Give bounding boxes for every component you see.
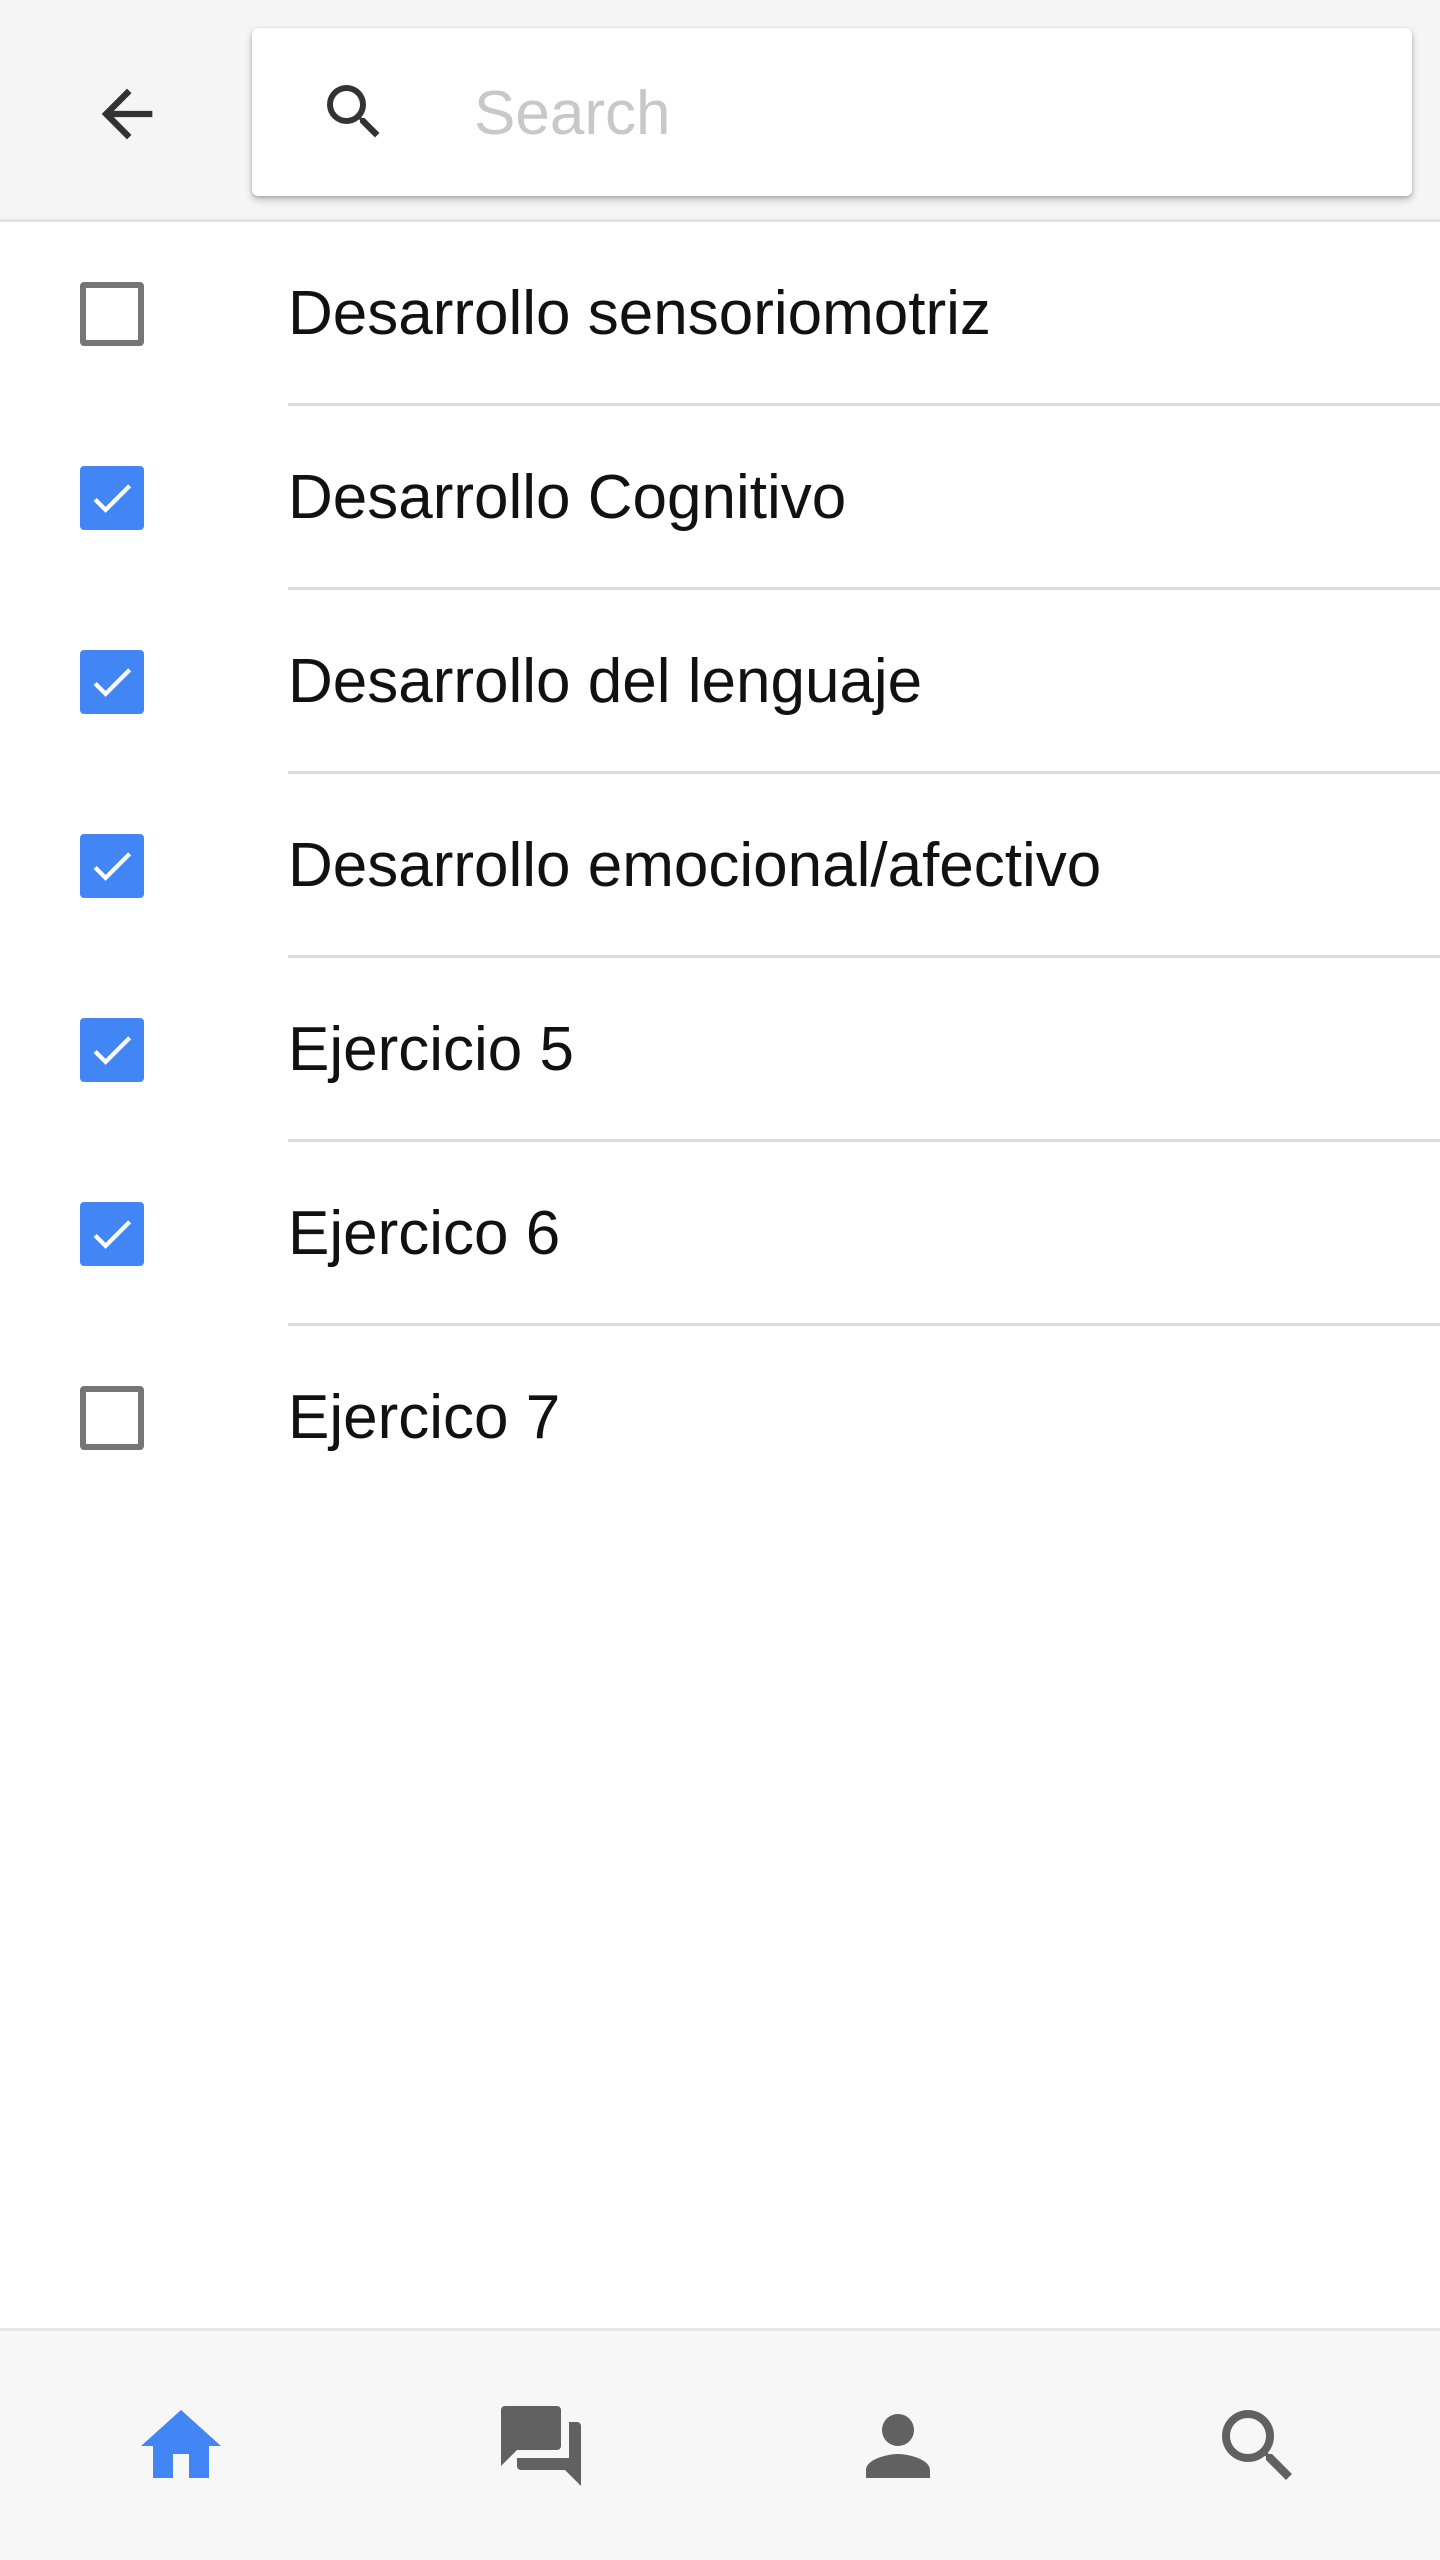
- checkbox-checked[interactable]: [80, 1202, 144, 1266]
- list-item-label: Desarrollo emocional/afectivo: [288, 831, 1102, 900]
- checkbox-checked[interactable]: [80, 466, 144, 530]
- arrow-back-icon: [101, 88, 153, 140]
- bottom-navigation: [0, 2328, 1440, 2560]
- search-input[interactable]: [472, 62, 1376, 164]
- list-item[interactable]: Desarrollo Cognitivo: [0, 406, 1440, 590]
- app-root: Desarrollo sensoriomotriz Desarrollo Cog…: [0, 0, 1440, 2560]
- list-item[interactable]: Ejercico 7: [0, 1326, 1440, 1510]
- checkmark-icon: [93, 1036, 132, 1065]
- list-item[interactable]: Desarrollo del lenguaje: [0, 590, 1440, 774]
- list-item-label: Desarrollo del lenguaje: [288, 647, 923, 716]
- back-button[interactable]: [77, 64, 177, 164]
- list-item-label: Ejercico 7: [288, 1383, 561, 1452]
- search-icon: [327, 85, 380, 138]
- checkmark-icon: [93, 668, 132, 697]
- checkmark-icon: [93, 1220, 132, 1249]
- list-item-label: Desarrollo Cognitivo: [288, 463, 847, 532]
- search-toolbar: [0, 0, 1440, 222]
- list-item-label: Ejercicio 5: [288, 1015, 574, 1084]
- list-item-label: Ejercico 6: [288, 1199, 561, 1268]
- checkbox-checked[interactable]: [80, 650, 144, 714]
- checklist: Desarrollo sensoriomotriz Desarrollo Cog…: [0, 222, 1440, 1510]
- list-item[interactable]: Ejercico 6: [0, 1142, 1440, 1326]
- chat-icon: [501, 2406, 581, 2486]
- checkbox-checked[interactable]: [80, 834, 144, 898]
- nav-home-button[interactable]: [126, 2391, 236, 2501]
- list-item[interactable]: Desarrollo emocional/afectivo: [0, 774, 1440, 958]
- list-item[interactable]: Desarrollo sensoriomotriz: [0, 222, 1440, 406]
- checkmark-icon: [93, 852, 132, 881]
- person-icon: [866, 2414, 930, 2478]
- list-item[interactable]: Ejercicio 5: [0, 958, 1440, 1142]
- nav-chat-button[interactable]: [486, 2391, 596, 2501]
- search-box[interactable]: [252, 28, 1412, 196]
- checkbox-unchecked[interactable]: [80, 1386, 144, 1450]
- checkmark-icon: [93, 484, 132, 513]
- list-item-label: Desarrollo sensoriomotriz: [288, 279, 991, 348]
- checkbox-checked[interactable]: [80, 1018, 144, 1082]
- nav-search-button[interactable]: [1203, 2391, 1313, 2501]
- nav-profile-button[interactable]: [843, 2391, 953, 2501]
- checkbox-unchecked[interactable]: [80, 282, 144, 346]
- search-icon: [1222, 2410, 1292, 2480]
- home-icon: [141, 2410, 221, 2478]
